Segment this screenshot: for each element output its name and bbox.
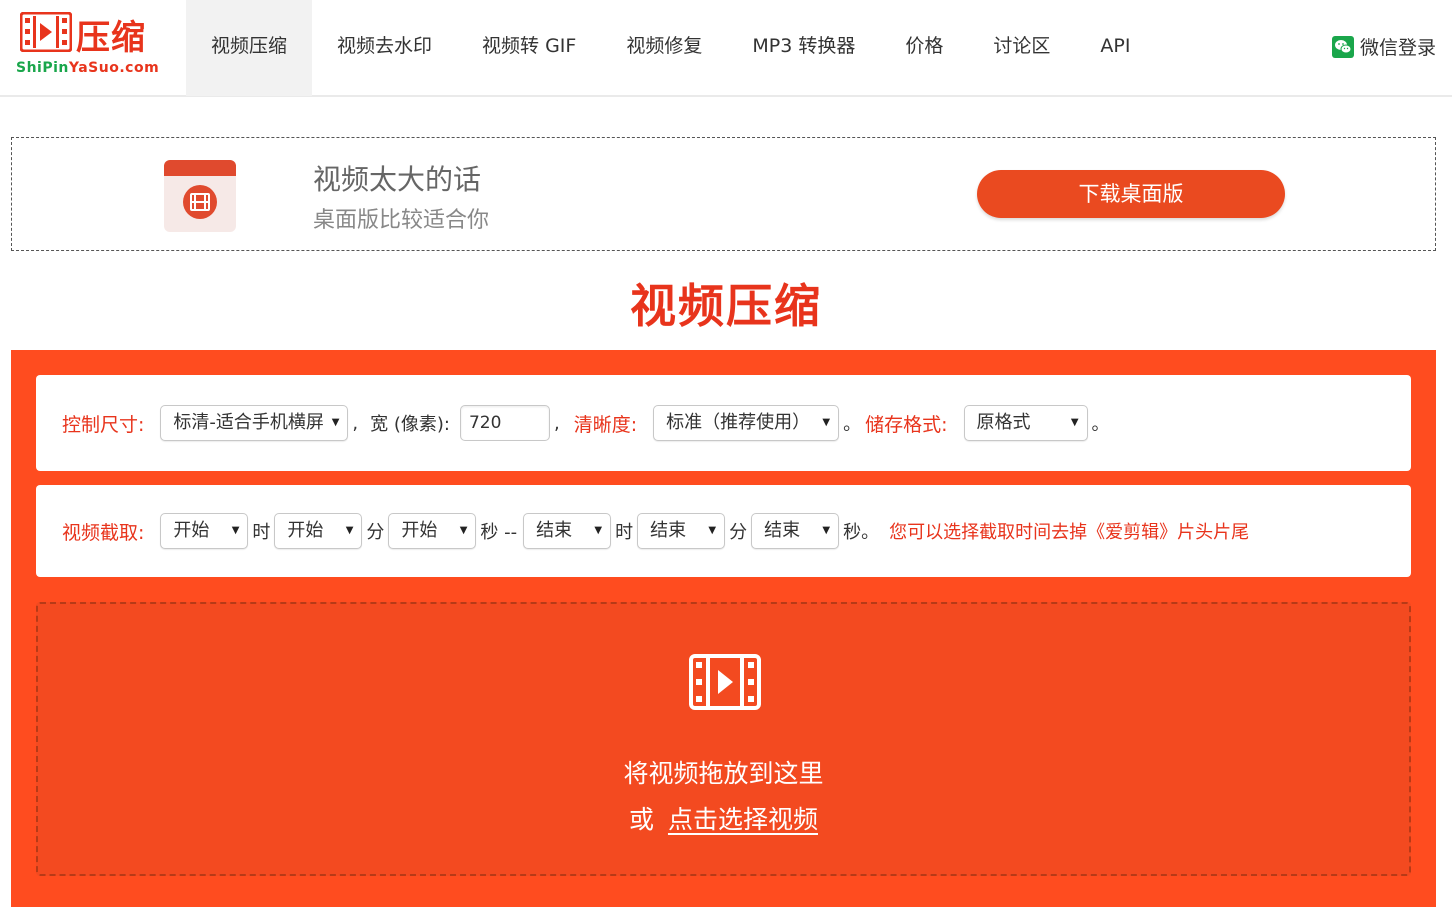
unit-minute: 分: [729, 522, 748, 543]
compress-panel: 控制尺寸: 标清-适合手机横屏 ▼ , 宽 (像素): 720 , 清晰度: 标准…: [11, 350, 1436, 907]
width-input[interactable]: 720: [459, 405, 550, 441]
nav-item-api[interactable]: API: [1075, 0, 1155, 96]
chevron-down-icon: ▼: [708, 525, 717, 536]
start-hour-value: 开始: [173, 520, 210, 541]
width-label: 宽 (像素):: [370, 414, 450, 435]
site-header: 压缩 ShiPinYaSuo.com 视频压缩 视频去水印 视频转 GIF 视频…: [0, 0, 1452, 97]
size-select-value: 标清-适合手机横屏: [173, 412, 324, 433]
unit-hour: 时: [615, 522, 634, 543]
format-label: 储存格式:: [865, 413, 948, 436]
video-dropzone[interactable]: 将视频拖放到这里 或 点击选择视频: [36, 602, 1411, 876]
page-title: 视频压缩: [630, 279, 822, 333]
nav-item-remove-watermark[interactable]: 视频去水印: [312, 0, 457, 96]
quality-label: 清晰度:: [573, 413, 638, 436]
period: 。: [1091, 414, 1110, 435]
nav-item-forum[interactable]: 讨论区: [968, 0, 1075, 96]
logo-domain: ShiPinYaSuo.com: [16, 60, 159, 76]
settings-row: 控制尺寸: 标清-适合手机横屏 ▼ , 宽 (像素): 720 , 清晰度: 标准…: [36, 375, 1411, 471]
clip-row: 视频截取: 开始 ▼ 时 开始 ▼ 分 开始 ▼ 秒 -- 结束 ▼ 时 结束 ▼ 分 结…: [36, 485, 1411, 577]
chevron-down-icon: ▼: [331, 417, 340, 428]
format-select[interactable]: 原格式 ▼: [963, 405, 1088, 441]
quality-select-value: 标准（推荐使用）: [666, 412, 811, 433]
desktop-promo-banner: 视频太大的话 桌面版比较适合你 下载桌面版: [11, 137, 1436, 251]
chevron-down-icon: ▼: [459, 525, 468, 536]
end-hour-value: 结束: [536, 520, 573, 541]
format-select-value: 原格式: [976, 412, 1031, 433]
main-nav: 视频压缩 视频去水印 视频转 GIF 视频修复 MP3 转换器 价格 讨论区 A…: [186, 0, 1155, 96]
desktop-app-icon: [164, 160, 236, 232]
wechat-login-button[interactable]: 微信登录: [1331, 33, 1436, 60]
end-second-select[interactable]: 结束 ▼: [751, 513, 840, 549]
nav-item-video-compress[interactable]: 视频压缩: [186, 0, 313, 96]
start-minute-value: 开始: [287, 520, 324, 541]
quality-select[interactable]: 标准（推荐使用） ▼: [653, 405, 840, 441]
logo-domain-red: YaSuo.com: [68, 60, 160, 76]
film-logo-icon: [20, 12, 72, 52]
unit-hour: 时: [252, 522, 271, 543]
comma: ,: [352, 412, 359, 434]
unit-second-dash: 秒 --: [480, 522, 518, 543]
promo-subline: 桌面版比较适合你: [313, 208, 490, 233]
nav-item-video-repair[interactable]: 视频修复: [601, 0, 727, 96]
nav-item-mp3-converter[interactable]: MP3 转换器: [727, 0, 880, 96]
video-file-icon: [689, 654, 761, 710]
download-desktop-button[interactable]: 下载桌面版: [977, 170, 1285, 218]
nav-item-video-to-gif[interactable]: 视频转 GIF: [457, 0, 601, 96]
wechat-icon: [1331, 35, 1354, 58]
clip-label: 视频截取:: [62, 521, 145, 544]
comma: ,: [553, 412, 560, 434]
dropzone-or: 或: [629, 805, 655, 834]
chevron-down-icon: ▼: [1070, 417, 1079, 428]
start-minute-select[interactable]: 开始 ▼: [274, 513, 363, 549]
site-logo[interactable]: 压缩 ShiPinYaSuo.com: [16, 10, 166, 82]
chevron-down-icon: ▼: [822, 417, 831, 428]
end-minute-value: 结束: [650, 520, 687, 541]
dropzone-select-line: 或 点击选择视频: [38, 800, 1409, 836]
size-select[interactable]: 标清-适合手机横屏 ▼: [160, 405, 349, 441]
chevron-down-icon: ▼: [594, 525, 603, 536]
chevron-down-icon: ▼: [822, 525, 831, 536]
unit-second: 秒。: [843, 522, 880, 543]
size-label: 控制尺寸:: [62, 413, 145, 436]
wechat-login-label: 微信登录: [1359, 37, 1436, 59]
chevron-down-icon: ▼: [231, 525, 240, 536]
chevron-down-icon: ▼: [345, 525, 354, 536]
select-video-link[interactable]: 点击选择视频: [668, 805, 818, 834]
unit-minute: 分: [366, 522, 385, 543]
start-second-select[interactable]: 开始 ▼: [388, 513, 477, 549]
promo-headline: 视频太大的话: [313, 163, 482, 196]
end-hour-select[interactable]: 结束 ▼: [523, 513, 612, 549]
clip-hint: 您可以选择截取时间去掉《爱剪辑》片头片尾: [889, 522, 1250, 543]
start-second-value: 开始: [401, 520, 438, 541]
end-second-value: 结束: [764, 520, 801, 541]
dropzone-instruction: 将视频拖放到这里: [623, 759, 824, 788]
logo-domain-green: ShiPin: [16, 60, 69, 76]
period: 。: [843, 414, 862, 435]
start-hour-select[interactable]: 开始 ▼: [160, 513, 249, 549]
logo-title: 压缩: [76, 18, 146, 58]
nav-item-pricing[interactable]: 价格: [880, 0, 968, 96]
end-minute-select[interactable]: 结束 ▼: [637, 513, 726, 549]
